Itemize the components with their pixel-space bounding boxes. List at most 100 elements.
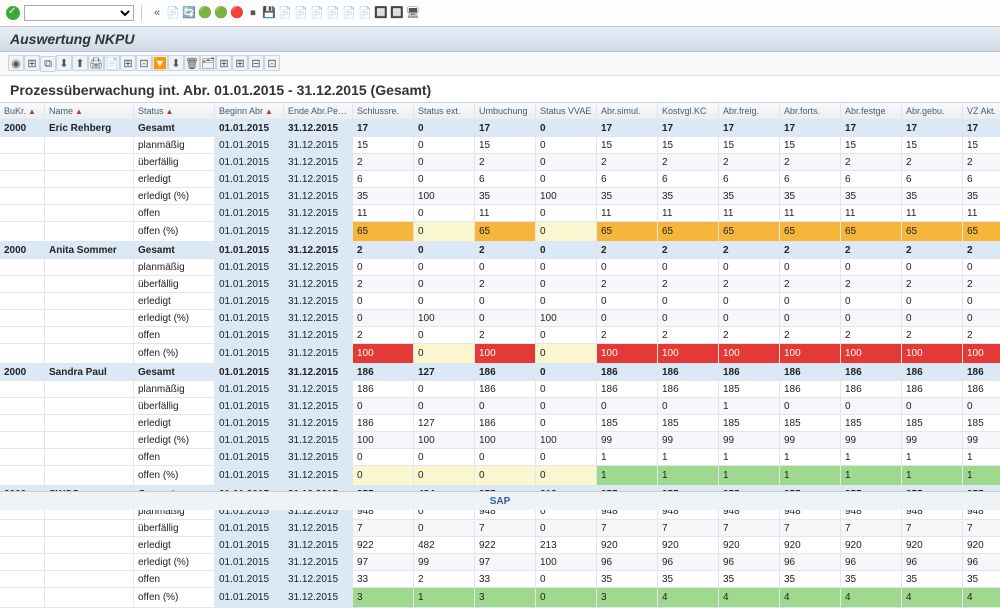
toolbar-button[interactable]: 💾 bbox=[261, 5, 277, 21]
toolbar-button[interactable]: 🔲 bbox=[389, 5, 405, 21]
alv-button[interactable]: 🗂 bbox=[200, 55, 216, 71]
table-row[interactable]: offen01.01.201531.12.2015110110111111111… bbox=[0, 205, 1000, 222]
cell: 2 bbox=[963, 327, 1000, 344]
column-header[interactable]: Status▲ bbox=[134, 103, 215, 120]
cell: 11 bbox=[719, 205, 780, 222]
table-row[interactable]: erledigt (%)01.01.201531.12.201510010010… bbox=[0, 432, 1000, 449]
table-row[interactable]: offen (%)01.01.201531.12.201565065065656… bbox=[0, 222, 1000, 242]
cell: 100 bbox=[963, 344, 1000, 364]
toolbar-button[interactable]: ⏹ bbox=[245, 6, 261, 22]
table-row[interactable]: planmäßig01.01.201531.12.201518601860186… bbox=[0, 381, 1000, 398]
alv-button[interactable]: ⊞ bbox=[120, 55, 136, 71]
table-row[interactable]: 2000Sandra PaulGesamt01.01.201531.12.201… bbox=[0, 364, 1000, 381]
table-row[interactable]: erledigt01.01.201531.12.2015186127186018… bbox=[0, 415, 1000, 432]
toolbar-button[interactable]: 📄 bbox=[325, 5, 341, 21]
column-header[interactable]: BuKr.▲ bbox=[0, 103, 45, 120]
cell bbox=[0, 415, 45, 432]
command-dropdown[interactable] bbox=[24, 5, 134, 21]
cell: 0 bbox=[658, 259, 719, 276]
table-row[interactable]: 2000Eric RehbergGesamt01.01.201531.12.20… bbox=[0, 120, 1000, 137]
alv-button[interactable]: ⧉ bbox=[40, 56, 56, 72]
table-row[interactable]: offen (%)01.01.201531.12.201510001000100… bbox=[0, 344, 1000, 364]
toolbar-button[interactable]: 🔴 bbox=[229, 5, 245, 21]
table-row[interactable]: erledigt (%)01.01.201531.12.201597999710… bbox=[0, 554, 1000, 571]
toolbar-button[interactable]: « bbox=[149, 5, 165, 21]
column-header[interactable]: Name▲ bbox=[45, 103, 134, 120]
ok-icon[interactable] bbox=[6, 6, 20, 20]
cell: 11 bbox=[902, 205, 963, 222]
toolbar-button[interactable]: 🟢 bbox=[197, 5, 213, 21]
cell: 213 bbox=[536, 537, 597, 554]
cell bbox=[45, 554, 134, 571]
alv-button[interactable]: 🔽 bbox=[152, 55, 168, 71]
table-row[interactable]: offen01.01.201531.12.2015202022222222222… bbox=[0, 327, 1000, 344]
alv-button[interactable]: ⊟ bbox=[248, 55, 264, 71]
toolbar-button[interactable]: 🟢 bbox=[213, 5, 229, 21]
column-header[interactable]: Abr.freig. bbox=[719, 103, 780, 120]
table-row[interactable]: planmäßig01.01.201531.12.201500000000000… bbox=[0, 259, 1000, 276]
cell: 96 bbox=[597, 554, 658, 571]
cell: 2 bbox=[475, 242, 536, 259]
table-row[interactable]: 2000Anita SommerGesamt01.01.201531.12.20… bbox=[0, 242, 1000, 259]
alv-button[interactable]: ⬆ bbox=[72, 55, 88, 71]
alv-button[interactable]: 🗑 bbox=[184, 55, 200, 71]
toolbar-button[interactable]: 📄 bbox=[357, 5, 373, 21]
column-header[interactable]: Beginn Abr▲ bbox=[215, 103, 284, 120]
alv-button[interactable]: 🖨 bbox=[88, 55, 104, 71]
cell: 482 bbox=[414, 537, 475, 554]
toolbar-button[interactable]: 🖥 bbox=[405, 5, 421, 21]
table-row[interactable]: offen (%)01.01.201531.12.201500001111111… bbox=[0, 466, 1000, 486]
cell: 185 bbox=[719, 381, 780, 398]
table-row[interactable]: erledigt01.01.201531.12.2015922482922213… bbox=[0, 537, 1000, 554]
table-row[interactable]: offen01.01.201531.12.2015332330353535353… bbox=[0, 571, 1000, 588]
report-grid[interactable]: BuKr.▲Name▲Status▲Beginn Abr▲Ende Abr.Pe… bbox=[0, 102, 1000, 608]
toolbar-button[interactable]: 📄 bbox=[309, 5, 325, 21]
cell: 2 bbox=[719, 327, 780, 344]
column-header[interactable]: Abr.gebu. bbox=[902, 103, 963, 120]
table-row[interactable]: offen01.01.201531.12.2015000011111111111… bbox=[0, 449, 1000, 466]
table-row[interactable]: erledigt01.01.201531.12.2015606066666666… bbox=[0, 171, 1000, 188]
table-row[interactable]: planmäßig01.01.201531.12.201515015015151… bbox=[0, 137, 1000, 154]
column-header[interactable]: Schlussre. bbox=[353, 103, 414, 120]
alv-button[interactable]: ⊡ bbox=[136, 55, 152, 71]
column-header[interactable]: VZ Akt. bbox=[963, 103, 1000, 120]
toolbar-button[interactable]: 📄 bbox=[165, 5, 181, 21]
column-header[interactable]: Abr.festge bbox=[841, 103, 902, 120]
toolbar-button[interactable]: 📄 bbox=[293, 5, 309, 21]
table-row[interactable]: überfällig01.01.201531.12.20152020222222… bbox=[0, 276, 1000, 293]
cell: 01.01.2015 bbox=[215, 571, 284, 588]
table-row[interactable]: erledigt (%)01.01.201531.12.201535100351… bbox=[0, 188, 1000, 205]
column-header[interactable]: Status VVAE bbox=[536, 103, 597, 120]
table-row[interactable]: überfällig01.01.201531.12.20157070777777… bbox=[0, 520, 1000, 537]
cell: 15 bbox=[597, 137, 658, 154]
cell: 0 bbox=[536, 571, 597, 588]
toolbar-button[interactable]: 🔄 bbox=[181, 5, 197, 21]
table-row[interactable]: erledigt (%)01.01.201531.12.201501000100… bbox=[0, 310, 1000, 327]
toolbar-button[interactable]: 🔲 bbox=[373, 5, 389, 21]
table-row[interactable]: überfällig01.01.201531.12.20152020222222… bbox=[0, 154, 1000, 171]
table-row[interactable]: offen (%)01.01.201531.12.201531303444444… bbox=[0, 588, 1000, 608]
table-row[interactable]: überfällig01.01.201531.12.20150000001000… bbox=[0, 398, 1000, 415]
cell: 2 bbox=[841, 242, 902, 259]
toolbar-button[interactable]: 📄 bbox=[341, 5, 357, 21]
cell: 0 bbox=[902, 398, 963, 415]
column-header[interactable]: Status ext. bbox=[414, 103, 475, 120]
column-header[interactable]: Kostvgl.KC bbox=[658, 103, 719, 120]
alv-button[interactable]: ◉ bbox=[8, 55, 24, 71]
alv-button[interactable]: ⬇ bbox=[56, 55, 72, 71]
alv-button[interactable]: ⬇ bbox=[168, 55, 184, 71]
column-header[interactable]: Abr.forts. bbox=[780, 103, 841, 120]
column-header[interactable]: Ende Abr.Per.▲ bbox=[284, 103, 353, 120]
cell: 01.01.2015 bbox=[215, 154, 284, 171]
cell: 0 bbox=[475, 310, 536, 327]
alv-button[interactable]: ⊡ bbox=[264, 55, 280, 71]
alv-button[interactable]: 📄 bbox=[104, 55, 120, 71]
column-header[interactable]: Abr.simul. bbox=[597, 103, 658, 120]
alv-button[interactable]: ⊞ bbox=[24, 55, 40, 71]
alv-button[interactable]: ⊞ bbox=[216, 55, 232, 71]
alv-button[interactable]: ⊞ bbox=[232, 55, 248, 71]
cell bbox=[45, 327, 134, 344]
table-row[interactable]: erledigt01.01.201531.12.2015000000000000… bbox=[0, 293, 1000, 310]
column-header[interactable]: Umbuchung bbox=[475, 103, 536, 120]
toolbar-button[interactable]: 📄 bbox=[277, 5, 293, 21]
